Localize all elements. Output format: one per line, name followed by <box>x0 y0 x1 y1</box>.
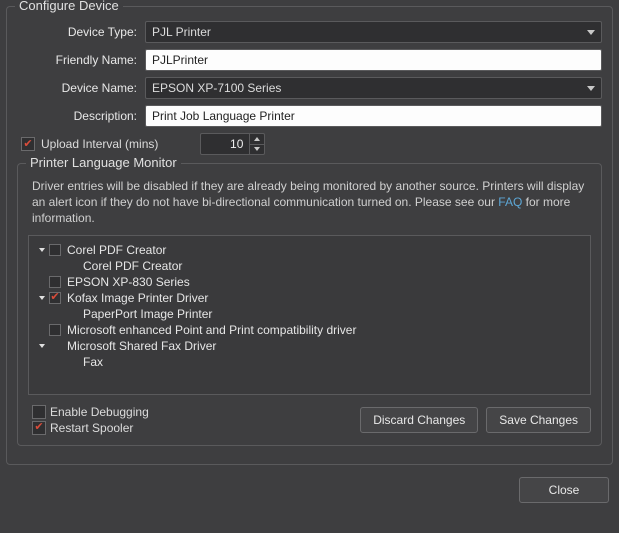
device-name-value: EPSON XP-7100 Series <box>152 81 281 95</box>
enable-debugging-label: Enable Debugging <box>50 405 149 419</box>
tree-checkbox[interactable] <box>49 292 61 304</box>
tree-expander[interactable] <box>37 344 47 348</box>
upload-interval-spinner[interactable]: 10 <box>200 133 265 155</box>
device-type-value: PJL Printer <box>152 25 211 39</box>
tree-label: Corel PDF Creator <box>83 259 182 273</box>
configure-device-title: Configure Device <box>15 0 123 13</box>
device-name-label: Device Name: <box>17 81 145 95</box>
tree-checkbox[interactable] <box>49 244 61 256</box>
tree-expander[interactable] <box>37 296 47 300</box>
spinner-up-button[interactable] <box>250 134 264 145</box>
device-type-select[interactable]: PJL Printer <box>145 21 602 43</box>
driver-tree[interactable]: Corel PDF Creator Corel PDF Creator EPSON … <box>28 235 591 395</box>
chevron-down-icon <box>587 30 595 35</box>
configure-device-group: Configure Device Device Type: PJL Printe… <box>6 6 613 465</box>
enable-debugging-checkbox[interactable] <box>32 405 46 419</box>
tree-label: Microsoft Shared Fax Driver <box>67 339 216 353</box>
arrow-down-icon <box>254 147 260 151</box>
friendly-name-value: PJLPrinter <box>152 53 208 67</box>
printer-language-monitor-title: Printer Language Monitor <box>26 155 181 170</box>
printer-language-monitor-group: Printer Language Monitor Driver entries … <box>17 163 602 446</box>
tree-row[interactable]: Kofax Image Printer Driver <box>33 290 586 306</box>
upload-interval-checkbox[interactable] <box>21 137 35 151</box>
tree-checkbox[interactable] <box>49 324 61 336</box>
tree-row[interactable]: Corel PDF Creator <box>33 258 586 274</box>
chevron-down-icon <box>587 86 595 91</box>
tree-label: Corel PDF Creator <box>67 243 166 257</box>
monitor-info-text: Driver entries will be disabled if they … <box>28 178 591 227</box>
tree-expander[interactable] <box>37 248 47 252</box>
tree-label: Fax <box>83 355 103 369</box>
description-value: Print Job Language Printer <box>152 109 295 123</box>
discard-changes-button[interactable]: Discard Changes <box>360 407 478 433</box>
tree-row[interactable]: Fax <box>33 354 586 370</box>
description-input[interactable]: Print Job Language Printer <box>145 105 602 127</box>
chevron-down-icon <box>39 344 45 348</box>
tree-row[interactable]: Microsoft Shared Fax Driver <box>33 338 586 354</box>
chevron-down-icon <box>39 296 45 300</box>
spinner-down-button[interactable] <box>250 145 264 155</box>
chevron-down-icon <box>39 248 45 252</box>
restart-spooler-checkbox[interactable] <box>32 421 46 435</box>
close-button[interactable]: Close <box>519 477 609 503</box>
tree-row[interactable]: PaperPort Image Printer <box>33 306 586 322</box>
friendly-name-label: Friendly Name: <box>17 53 145 67</box>
tree-row[interactable]: Corel PDF Creator <box>33 242 586 258</box>
save-changes-button[interactable]: Save Changes <box>486 407 591 433</box>
tree-label: EPSON XP-830 Series <box>67 275 190 289</box>
tree-label: PaperPort Image Printer <box>83 307 212 321</box>
tree-label: Microsoft enhanced Point and Print compa… <box>67 323 356 337</box>
upload-interval-label: Upload Interval (mins) <box>41 137 158 151</box>
tree-row[interactable]: Microsoft enhanced Point and Print compa… <box>33 322 586 338</box>
tree-checkbox[interactable] <box>49 276 61 288</box>
upload-interval-value: 10 <box>201 134 249 154</box>
tree-row[interactable]: EPSON XP-830 Series <box>33 274 586 290</box>
device-name-select[interactable]: EPSON XP-7100 Series <box>145 77 602 99</box>
friendly-name-input[interactable]: PJLPrinter <box>145 49 602 71</box>
tree-label: Kofax Image Printer Driver <box>67 291 208 305</box>
device-type-label: Device Type: <box>17 25 145 39</box>
arrow-up-icon <box>254 137 260 141</box>
faq-link[interactable]: FAQ <box>498 195 522 209</box>
description-label: Description: <box>17 109 145 123</box>
restart-spooler-label: Restart Spooler <box>50 421 133 435</box>
